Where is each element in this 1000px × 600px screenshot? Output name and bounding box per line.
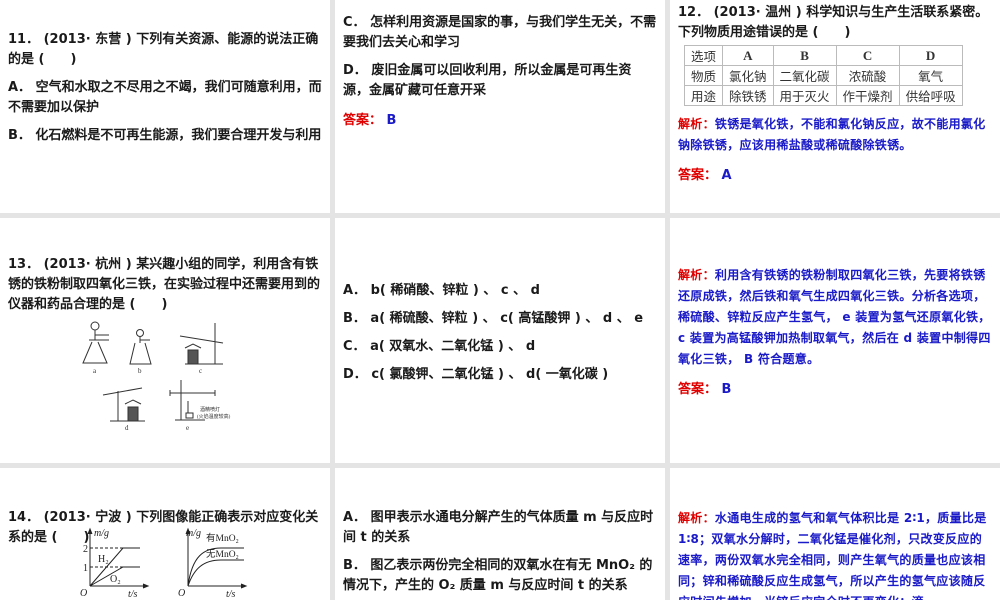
panel-q14-options: A． 图甲表示水通电分解产生的气体质量 m 与反应时间 t 的关系 B． 图乙表… [335,468,665,600]
text: B [772,45,837,66]
graph-yi: m/g t/s O 有MnO₂ 无MnO₂ [178,527,248,598]
text: 氯化钠 [722,65,774,86]
option-a: A． 图甲表示水通电分解产生的气体质量 m 与反应时间 t 的关系 [343,510,654,545]
option-a: A． b( 稀硝酸、锌粒 ) 、 c 、 d [343,283,540,298]
text: 解析： [678,511,715,525]
text: 利用含有铁锈的铁粉制取四氧化三铁，先要将铁锈还原成铁，然后铁和氧气生成四氧化三铁… [678,268,991,366]
graph-jia: m/g t/s O 2 1 H₂O₂ [80,527,150,598]
text: 2 [83,544,88,555]
explanation: 解析：铁锈是氧化铁，不能和氯化钠反应，故不能用氯化钠除铁锈，应该用稀盐酸或稀硫酸… [678,114,992,156]
text: 用于灭火 [772,85,837,106]
text: H₂ [98,554,109,565]
text: 解析： [678,117,715,131]
option-d: D． c( 氯酸钾、二氧化锰 ) 、 d( 一氧化碳 ) [343,367,609,382]
panel-q12: 12． (2013· 温州 ) 科学知识与生产生活联系紧密。下列物质用途错误的是… [670,0,1000,213]
label-e: e [186,424,189,432]
panel-q14-explanation: 解析：水通电生成的氢气和氧气体积比是 2∶1，质量比是 1∶8；双氧水分解时，二… [670,468,1000,600]
text: 无MnO₂ [206,549,239,560]
answer: 答案： A [678,164,992,183]
text: A [722,45,774,66]
text: 答案： [678,168,718,183]
text: 答案： [343,113,383,128]
text: m/g [94,528,109,539]
text: 铁锈是氧化铁，不能和氯化钠反应，故不能用氯化钠除铁锈，应该用稀盐酸或稀硫酸除铁锈… [678,117,986,152]
text: 答案： [678,382,718,397]
option-b: B． 图乙表示两份完全相同的双氧水在有无 MnO₂ 的情况下，产生的 O₂ 质量… [343,558,653,593]
text: 1 [83,563,88,574]
text: 浓硫酸 [835,65,900,86]
text: B [721,382,732,397]
option-a: A． 空气和水取之不尽用之不竭，我们可随意利用，而不需要加以保护 [8,80,322,115]
flask-b [129,329,152,365]
label-b: b [138,367,142,375]
text: t/s [226,589,236,598]
label-a: a [93,367,97,375]
text: 供给呼吸 [898,85,963,106]
question-11-stem: 11． (2013· 东营 ) 下列有关资源、能源的说法正确的是 ( ) [8,32,319,67]
text: t/s [128,589,138,598]
panel-q13-options: A． b( 稀硝酸、锌粒 ) 、 c 、 d B． a( 稀硫酸、锌粒 ) 、 … [335,218,665,463]
flask-a [82,321,109,364]
lamp-label: 酒精喷灯 [200,406,220,413]
option-d: D． 废旧金属可以回收利用，所以金属是可再生资源，金属矿藏可任意开采 [343,63,632,98]
text: 有MnO₂ [206,532,239,544]
text: 用途 [683,85,724,106]
text: D [898,45,963,66]
text: A [721,168,732,183]
question-14-stem: 14． (2013· 宁波 ) 下列图像能正确表示对应变化关系的是 ( ) [8,510,319,545]
apparatus-c [179,323,224,365]
apparatus-d [102,387,145,422]
text: 物质 [683,65,724,86]
answer: 答案： B [678,378,992,397]
lamp-note: (火焰温度较高) [197,413,231,420]
text: 除铁锈 [722,85,774,106]
explanation: 解析：利用含有铁锈的铁粉制取四氧化三铁，先要将铁锈还原成铁，然后铁和氧气生成四氧… [678,265,992,370]
text: O [178,588,185,598]
option-c: C． 怎样利用资源是国家的事，与我们学生无关，不需要我们去关心和学习 [343,15,657,50]
text: 氧气 [898,65,963,86]
question-13-stem: 13． (2013· 杭州 ) 某兴趣小组的同学，利用含有铁锈的铁粉制取四氧化三… [8,257,321,312]
text: 作干燥剂 [835,85,900,106]
option-b: B． a( 稀硫酸、锌粒 ) 、 c( 高锰酸钾 ) 、 d 、 e [343,311,644,326]
apparatus-figure: a b c d e 酒精喷灯 (火焰温度较高) [82,321,231,432]
explanation: 解析：水通电生成的氢气和氧气体积比是 2∶1，质量比是 1∶8；双氧水分解时，二… [678,508,992,600]
option-b: B． 化石燃料是不可再生能源，我们要合理开发与利用 [8,128,322,143]
text: 二氧化碳 [772,65,837,86]
question-12-stem: 12． (2013· 温州 ) 科学知识与生产生活联系紧密。下列物质用途错误的是… [678,5,989,40]
label-c: c [199,367,202,375]
text: C [835,45,900,66]
apparatus-e [169,380,216,421]
panel-q13: 13． (2013· 杭州 ) 某兴趣小组的同学，利用含有铁锈的铁粉制取四氧化三… [0,218,330,463]
text: O [80,588,87,598]
panel-q11-cont: C． 怎样利用资源是国家的事，与我们学生无关，不需要我们去关心和学习 D． 废旧… [335,0,665,213]
text: 水通电生成的氢气和氧气体积比是 2∶1，质量比是 1∶8；双氧水分解时，二氧化锰… [678,511,987,600]
label-d: d [125,424,129,432]
option-c: C． a( 双氧水、二氧化锰 ) 、 d [343,339,536,354]
panel-q14: 14． (2013· 宁波 ) 下列图像能正确表示对应变化关系的是 ( ) m/… [0,468,330,600]
answer: 答案： B [343,109,657,128]
text: 解析： [678,268,715,282]
options-table: 选项 A B C D 物质 氯化钠 二氧化碳 浓硫酸 氧气 用途 除铁锈 用于灭火 作干燥剂 供给呼吸 [683,45,963,106]
text: 选项 [683,45,724,66]
text: m/g [186,528,201,539]
text: O₂ [110,574,121,585]
panel-q13-explanation: 解析：利用含有铁锈的铁粉制取四氧化三铁，先要将铁锈还原成铁，然后铁和氧气生成四氧… [670,218,1000,463]
panel-q11: 11． (2013· 东营 ) 下列有关资源、能源的说法正确的是 ( ) A． … [0,0,330,213]
text: B [386,113,397,128]
